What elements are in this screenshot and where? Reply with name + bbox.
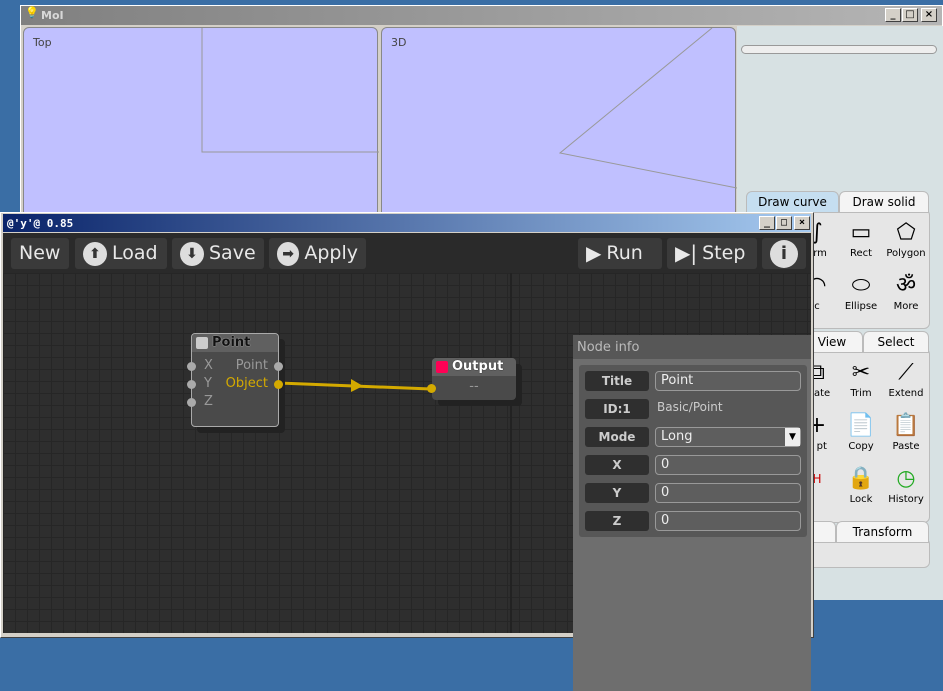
editor-toolbar: New ⬆ Load ⬇ Save ➡ Apply ▶ Run ▶| Step i [3,233,811,273]
arrow-right-icon: ➡ [277,241,300,266]
play-icon: ▶ [586,241,602,265]
node-point[interactable]: Point X Y Z Point Object [187,333,283,427]
x-field[interactable]: 0 [655,455,801,475]
maximize-button[interactable]: □ [776,216,792,230]
maximize-button[interactable]: □ [902,8,918,22]
port-point[interactable] [274,362,283,371]
mode-select[interactable]: Long ▼ [655,427,801,447]
chevron-down-icon: ▼ [785,428,800,446]
panel-header: Node info [573,335,811,359]
info-button[interactable]: i [762,238,806,269]
tool-copy[interactable]: 📄 Copy [838,411,884,452]
arrow-down-icon: ⬇ [180,241,204,266]
x-label: X [585,455,649,475]
wire-layer [278,273,512,633]
scissors-icon: ✂ [851,360,871,385]
node-info-panel: Node info Title Point ID:1 Basic/Point M… [573,335,811,691]
title-label: Title [585,371,649,391]
window-title: MoI [41,9,64,22]
tab-draw-solid[interactable]: Draw solid [839,191,929,213]
tool-ellipse[interactable]: ⬭ Ellipse [838,271,884,312]
tab-draw-curve[interactable]: Draw curve [746,191,839,213]
minimize-button[interactable]: _ [885,8,901,22]
port-x[interactable] [187,362,196,371]
close-button[interactable]: × [921,8,937,22]
history-icon: ◷ [896,466,916,491]
viewport-top[interactable]: Top [23,27,379,217]
step-icon: ▶| [675,241,698,265]
tab-transform[interactable]: Transform [836,521,929,543]
editor-titlebar: @'y'@ 0.85 _ □ × [3,214,811,232]
load-button[interactable]: ⬆ Load [75,238,167,269]
title-field[interactable]: Point [655,371,801,391]
run-button[interactable]: ▶ Run [578,238,662,269]
arrow-up-icon: ⬆ [83,241,107,266]
minimize-button[interactable]: _ [759,216,775,230]
save-button[interactable]: ⬇ Save [172,238,264,269]
tool-lock[interactable]: 🔒 Lock [838,464,884,505]
viewport-3d[interactable]: 3D [381,27,737,217]
input-x: X [204,358,213,373]
port-input[interactable] [427,384,436,393]
input-y: Y [204,376,212,391]
polygon-icon: ⬠ [896,220,916,245]
port-object[interactable] [274,380,283,389]
port-z[interactable] [187,398,196,407]
y-field[interactable]: 0 [655,483,801,503]
y-label: Y [585,483,649,503]
copy-icon: 📄 [847,413,875,438]
tool-rect[interactable]: ▭ Rect [838,218,884,259]
moi-titlebar: 💡 MoI _ □ × [21,6,942,25]
tool-trim[interactable]: ✂ Trim [838,358,884,399]
node-properties: Title Point ID:1 Basic/Point Mode Long ▼ … [579,365,807,537]
id-label: ID:1 [585,399,649,419]
node-type: Basic/Point [657,400,723,414]
node-canvas[interactable]: Point X Y Z Point Object Output -- Node … [3,273,811,691]
input-z: Z [204,394,213,409]
apply-button[interactable]: ➡ Apply [269,238,366,269]
node-header[interactable]: Output [432,358,516,376]
output-object: Object [225,376,268,391]
window-title: @'y'@ 0.85 [7,217,74,230]
tool-extend[interactable]: ⟋ Extend [883,358,929,399]
3d-view-geometry [558,28,737,189]
helix-icon: ॐ [895,273,917,298]
extend-icon: ⟋ [898,360,914,385]
slider[interactable] [741,45,937,54]
tool-polygon[interactable]: ⬠ Polygon [883,218,929,259]
close-button[interactable]: × [794,216,810,230]
port-y[interactable] [187,380,196,389]
node-header[interactable]: Point [192,334,278,352]
output-value: -- [469,379,479,394]
new-button[interactable]: New [11,238,69,269]
z-field[interactable]: 0 [655,511,801,531]
lock-icon: 🔒 [847,466,875,491]
lightbulb-icon: 💡 [25,6,39,19]
info-icon: i [770,239,798,268]
z-label: Z [585,511,649,531]
mode-label: Mode [585,427,649,447]
wire-arrow-icon [351,379,363,392]
tab-select[interactable]: Select [863,331,929,353]
node-output[interactable]: Output -- [427,358,516,400]
tool-more[interactable]: ॐ More [883,271,929,312]
tool-paste[interactable]: 📋 Paste [883,411,929,452]
paste-icon: 📋 [892,413,920,438]
step-button[interactable]: ▶| Step [667,238,757,269]
tool-history[interactable]: ◷ History [883,464,929,505]
rect-icon: ▭ [850,220,872,245]
node-editor-window: @'y'@ 0.85 _ □ × New ⬆ Load ⬇ Save ➡ Apply … [0,212,814,691]
output-point: Point [235,358,268,373]
ellipse-icon: ⬭ [851,273,871,298]
top-view-geometry [201,28,379,153]
